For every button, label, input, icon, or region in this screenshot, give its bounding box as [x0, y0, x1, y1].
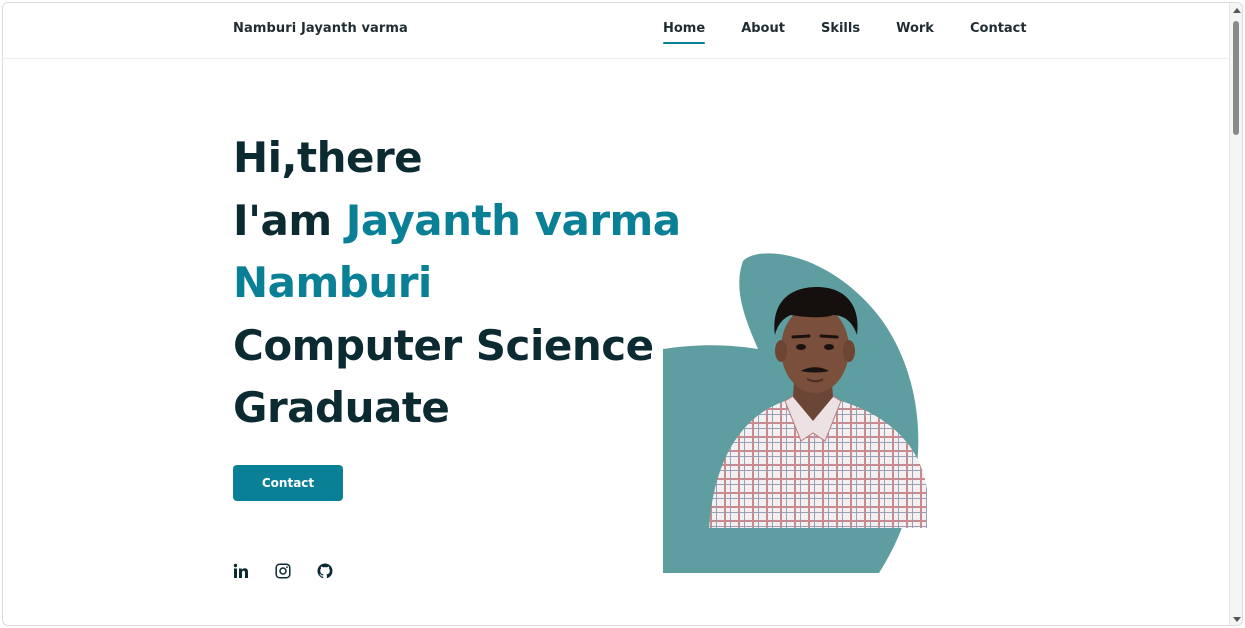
hero-title-line1: Computer Science [233, 320, 654, 370]
hero-heading: Hi,there I'am Jayanth varma Namburi Comp… [233, 127, 681, 440]
person-face [781, 305, 849, 393]
hero-name-last: Namburi [233, 258, 432, 307]
nav-contact-link[interactable]: Contact [970, 21, 1027, 36]
scroll-up-arrow-icon[interactable] [1233, 8, 1241, 13]
profile-photo [663, 249, 929, 573]
scroll-down-arrow-icon[interactable] [1233, 617, 1241, 622]
contact-button[interactable]: Contact [233, 465, 343, 501]
nav-skills-link[interactable]: Skills [821, 21, 860, 36]
browser-viewport: Namburi Jayanth varma Home About Skills … [2, 2, 1243, 626]
hero-title-line2: Graduate [233, 383, 450, 432]
profile-photo-graphic [663, 253, 927, 573]
scroll-thumb[interactable] [1233, 21, 1239, 135]
github-icon[interactable] [317, 563, 333, 579]
site-header: Namburi Jayanth varma Home About Skills … [3, 3, 1231, 59]
nav-about-link[interactable]: About [741, 21, 785, 36]
nav-home-link[interactable]: Home [663, 21, 706, 44]
hero-intro-prefix: I'am [233, 195, 346, 245]
site-brand[interactable]: Namburi Jayanth varma [233, 21, 408, 36]
main-nav: Home About Skills Work Contact [663, 21, 1027, 44]
hero-name-first: Jayanth varma [345, 195, 681, 245]
page-scrollbar[interactable] [1229, 3, 1242, 625]
instagram-icon[interactable] [275, 563, 291, 579]
linkedin-icon[interactable] [233, 563, 249, 579]
social-links [233, 563, 333, 579]
hero-greeting: Hi,there [233, 133, 423, 182]
hero-intro-line: I'am Jayanth varma [233, 190, 681, 253]
nav-work-link[interactable]: Work [896, 21, 934, 36]
